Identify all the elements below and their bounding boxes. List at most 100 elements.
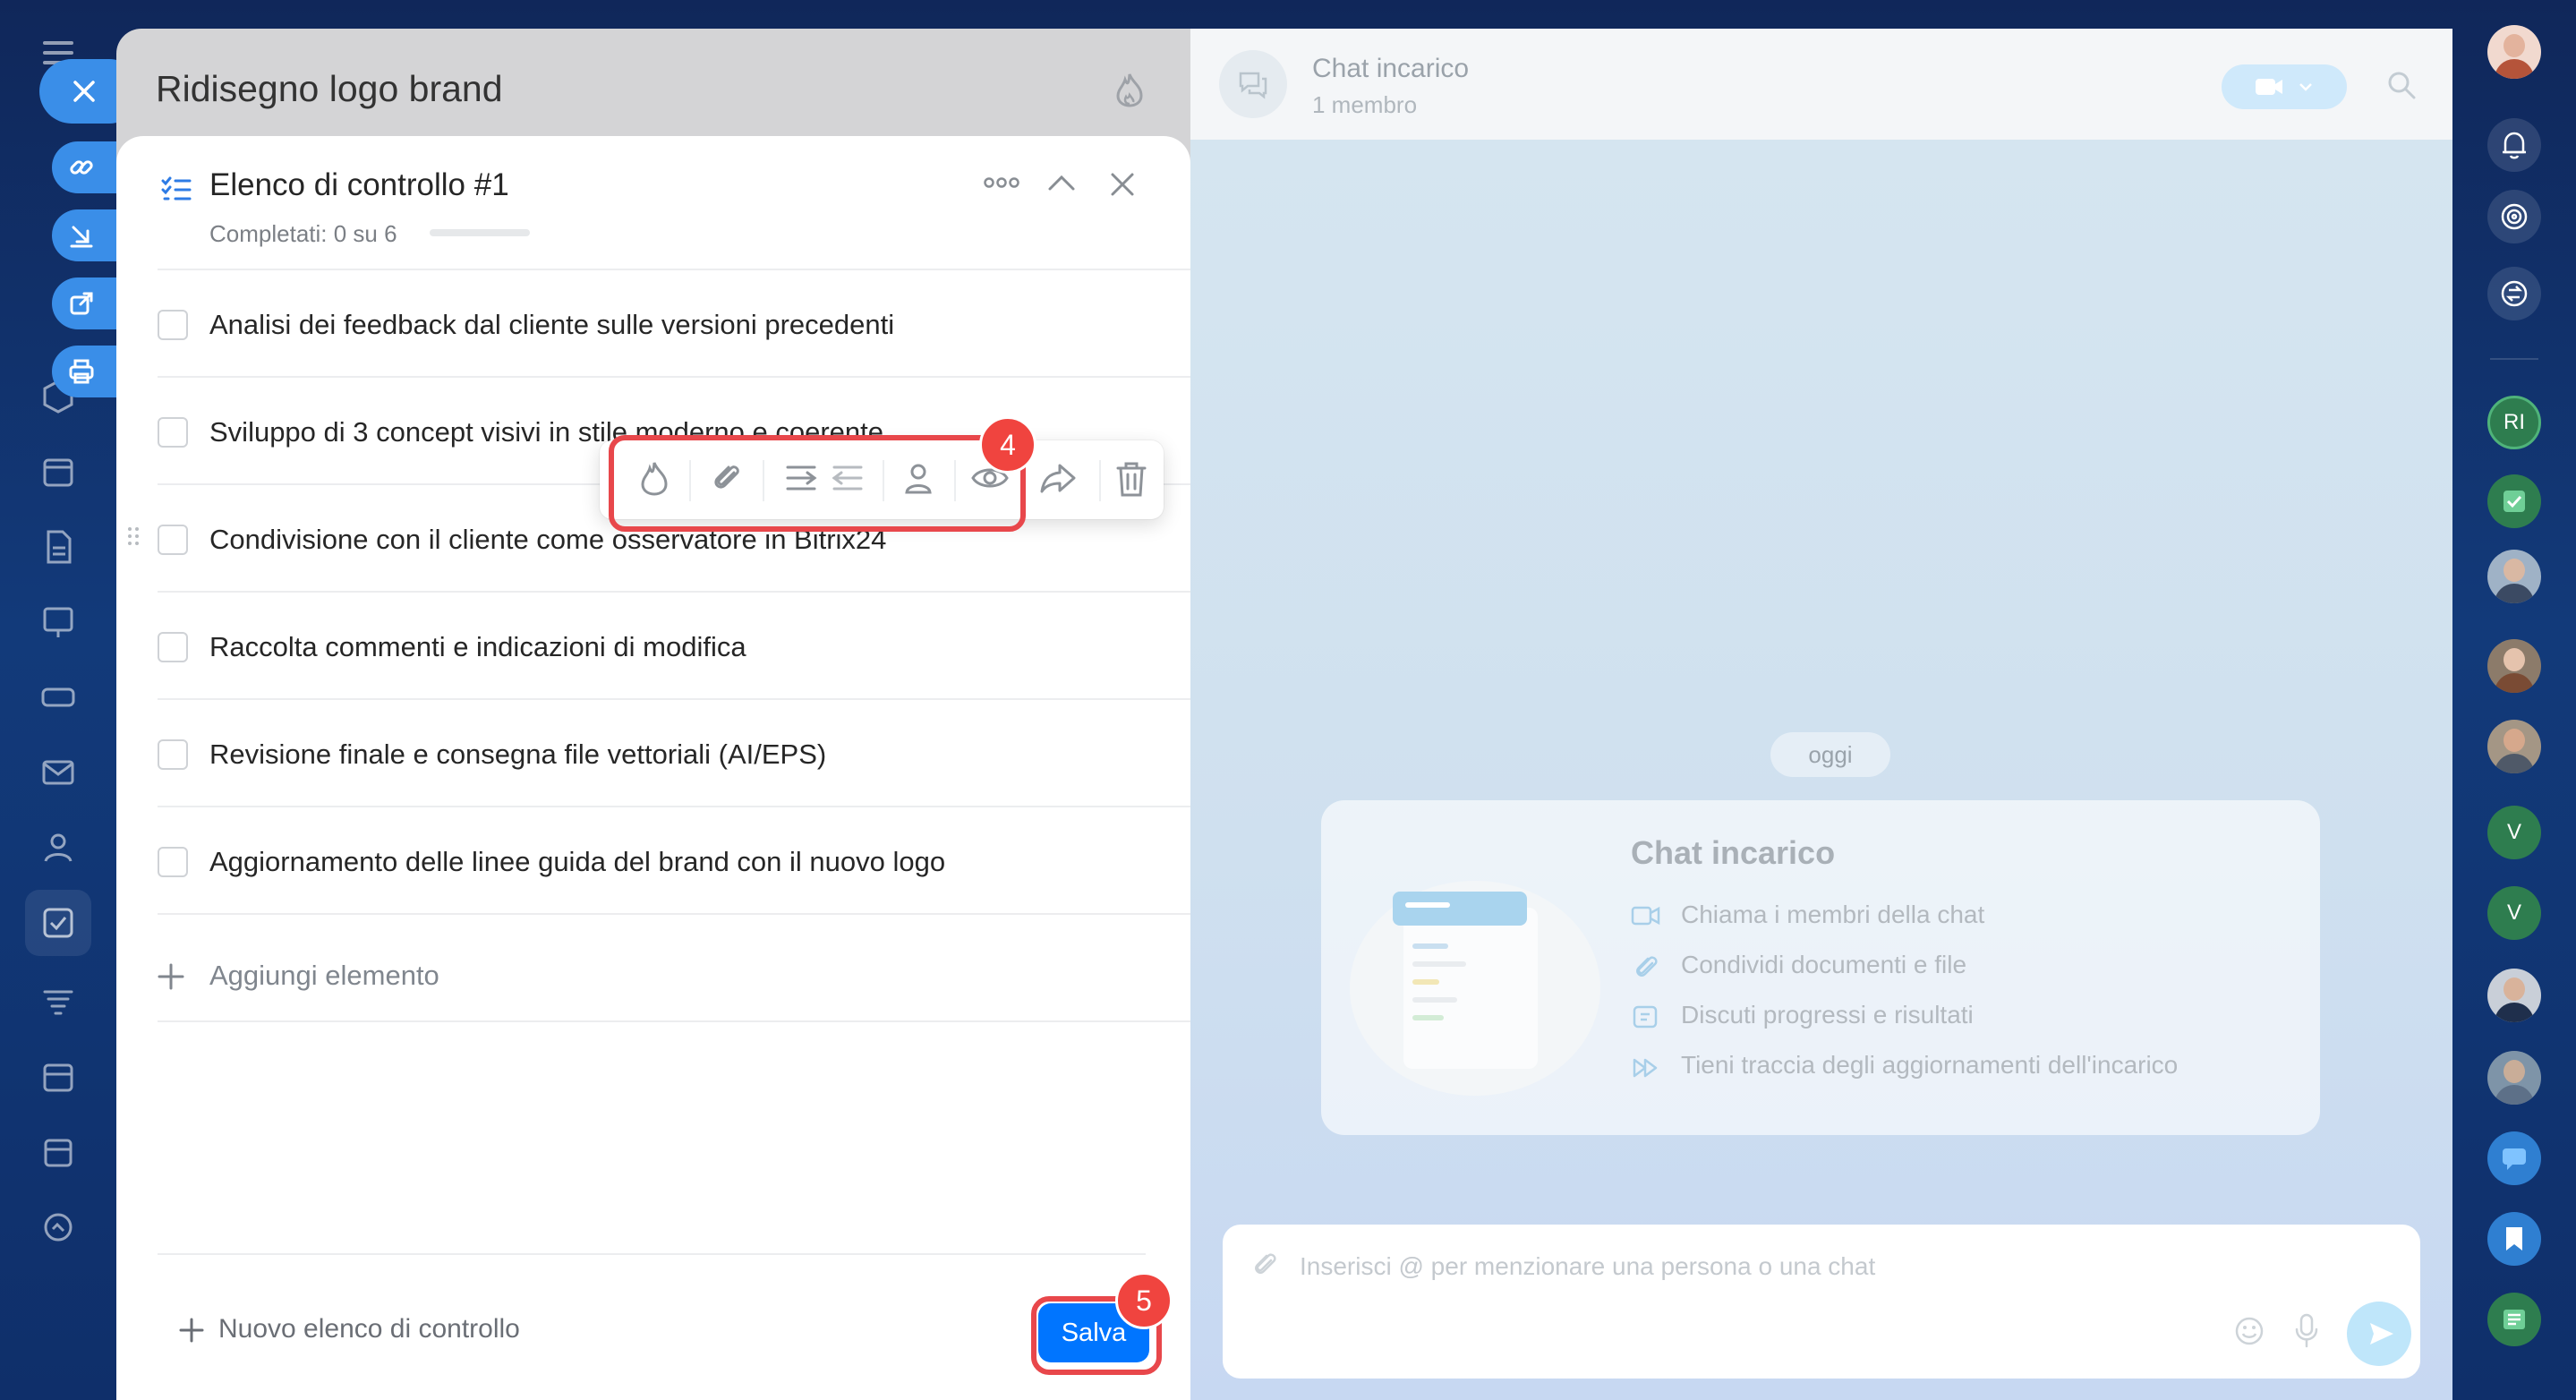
contacts-icon[interactable] [38,827,79,868]
paperclip-icon[interactable] [1250,1251,1280,1282]
mail-icon[interactable] [38,752,79,793]
toolbar-divider [1099,460,1101,501]
video-icon [2256,79,2312,95]
plus-icon [179,1318,204,1343]
board-icon[interactable] [38,602,79,643]
item-label[interactable]: Revisione finale e consegna file vettori… [209,738,826,771]
messenger-button[interactable] [2487,267,2541,320]
video-call-button[interactable] [2222,64,2347,109]
microphone-icon[interactable] [2293,1312,2320,1348]
more-icon[interactable] [983,176,1020,189]
item-checkbox[interactable] [158,417,188,448]
chat-intro-card: Chat incarico Chiama i membri della chat… [1321,800,2320,1135]
drag-handle-icon[interactable] [127,526,140,546]
contact-avatar[interactable] [2487,720,2541,773]
task-title: Ridisegno logo brand [156,68,503,109]
chat-members[interactable]: 1 membro [1312,91,1417,119]
item-label[interactable]: Aggiornamento delle linee guida del bran… [209,846,945,878]
intro-feature-label: Condividi documenti e file [1681,951,1967,978]
archive-icon[interactable] [38,1131,79,1173]
checklist-progress-text: Completati: 0 su 6 [209,220,397,247]
step-badge: 4 [979,416,1036,474]
left-navigation-rail [0,0,141,1400]
send-icon [2370,1323,2393,1345]
avatar-face [2503,34,2525,57]
task-chat-avatar[interactable] [2487,474,2541,528]
task-chat-panel: Chat incarico 1 membro oggi Chat incaric… [1190,29,2452,1400]
contact-avatar[interactable] [2487,1051,2541,1105]
toolbar-highlight-frame [609,435,1026,532]
add-item-label: Aggiungi elemento [209,960,439,991]
bookmarks-chat-avatar[interactable] [2487,1212,2541,1266]
contact-avatar[interactable] [2487,639,2541,693]
item-checkbox[interactable] [158,525,188,555]
checklist-progress-bar [430,229,530,236]
external-link-icon [70,292,93,315]
chat-avatar-initials[interactable]: V [2487,886,2541,940]
step-badge: 5 [1115,1272,1173,1329]
trash-icon[interactable] [1115,460,1147,498]
item-label[interactable]: Raccolta commenti e indicazioni di modif… [209,631,746,663]
chat-illustration-icon [1350,881,1600,1096]
copilot-button[interactable] [2487,190,2541,243]
emoji-icon[interactable] [2234,1316,2265,1346]
message-input[interactable] [1298,1248,2196,1285]
user-avatar[interactable] [2487,25,2541,79]
checklist-item: Analisi dei feedback dal cliente sulle v… [158,270,1262,376]
news-chat-avatar[interactable] [2487,1293,2541,1346]
close-icon [73,81,95,102]
notifications-button[interactable] [2487,118,2541,172]
document-icon[interactable] [38,526,79,568]
item-checkbox[interactable] [158,739,188,770]
avatar-face [2503,648,2525,671]
intro-feature-label: Discuti progressi e risultati [1681,1001,1974,1029]
contact-avatar[interactable] [2487,969,2541,1022]
fast-forward-icon [1633,1058,1658,1078]
divider [158,913,1262,915]
item-label[interactable]: Analisi dei feedback dal cliente sulle v… [209,309,894,341]
item-checkbox[interactable] [158,310,188,340]
divider [158,1020,1262,1022]
signature-icon[interactable] [38,1207,79,1248]
send-button[interactable] [2347,1302,2411,1366]
chat-bubble-icon [2503,1148,2526,1170]
target-icon [2501,203,2528,230]
plus-icon [158,963,184,990]
search-icon[interactable] [2386,70,2417,100]
avatar-face [2503,977,2525,1001]
contact-avatar[interactable] [2487,550,2541,603]
chevron-up-icon[interactable] [1047,174,1076,192]
rail-divider [2490,358,2538,360]
paperclip-icon [1636,956,1658,977]
item-checkbox[interactable] [158,632,188,662]
avatar-shoulders [2495,584,2534,603]
chat-avatar-initials[interactable]: RI [2487,396,2541,449]
avatar-shoulders [2495,673,2534,693]
close-icon[interactable] [1110,172,1135,197]
item-checkbox[interactable] [158,847,188,877]
checklist-title[interactable]: Elenco di controllo #1 [209,167,509,203]
message-composer [1223,1225,2420,1379]
arrow-down-right-icon [70,226,93,248]
bookmark-icon [2506,1227,2522,1251]
intro-title: Chat incarico [1631,834,1836,871]
intro-feature-label: Tieni traccia degli aggiornamenti dell'i… [1681,1051,2179,1079]
avatar-face [2503,559,2525,582]
checkbox-icon [2503,491,2525,512]
flame-icon[interactable] [1114,72,1145,107]
drive-icon[interactable] [38,677,79,718]
newspaper-icon [2503,1310,2525,1329]
group-chat-avatar[interactable] [2487,1131,2541,1185]
chat-avatar-initials[interactable]: V [2487,806,2541,859]
date-separator: oggi [1770,732,1890,777]
new-checklist-label: Nuovo elenco di controllo [218,1314,520,1344]
filter-icon[interactable] [38,981,79,1022]
forward-icon[interactable] [1038,460,1078,496]
planner-icon[interactable] [38,1056,79,1097]
avatar-shoulders [2495,1085,2534,1105]
calendar-icon[interactable] [38,451,79,492]
link-icon [70,160,93,175]
avatar-shoulders [2495,1003,2534,1022]
avatar-face [2503,729,2525,752]
tasks-icon[interactable] [25,890,91,956]
